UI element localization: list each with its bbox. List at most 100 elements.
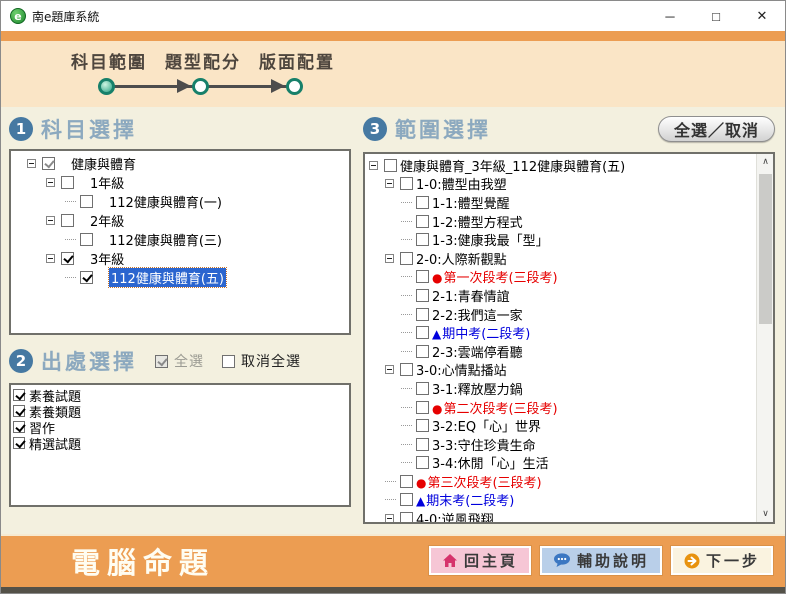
tree-item-label[interactable]: 1-2:體型方程式 bbox=[432, 212, 523, 231]
tree-row[interactable]: 健康與體育_3年級_112健康與體育(五) bbox=[367, 156, 756, 175]
tree-row[interactable]: ▲期末考(二段考) bbox=[367, 491, 756, 510]
tree-checkbox[interactable] bbox=[384, 159, 397, 172]
expander-icon[interactable] bbox=[385, 179, 394, 188]
maximize-button[interactable]: □ bbox=[693, 1, 739, 31]
tree-checkbox[interactable] bbox=[416, 196, 429, 209]
tree-row[interactable]: ●第二次段考(三段考) bbox=[367, 398, 756, 417]
expander-icon[interactable] bbox=[46, 254, 55, 263]
tree-checkbox[interactable] bbox=[400, 363, 413, 376]
tree-item-label[interactable]: 3-1:釋放壓力鍋 bbox=[432, 379, 523, 398]
wizard-step-circle[interactable] bbox=[286, 78, 303, 95]
tree-item-label[interactable]: 3-3:守住珍貴生命 bbox=[432, 435, 536, 454]
tree-item-label[interactable]: 3-0:心情點播站 bbox=[416, 360, 507, 379]
tree-item-label[interactable]: 2-3:雲端停看聽 bbox=[432, 342, 523, 361]
tree-row[interactable]: 1-3:健康我最「型」 bbox=[367, 230, 756, 249]
tree-row[interactable]: 健康與體育 bbox=[13, 154, 349, 173]
footer-button-help[interactable]: 輔助說明 bbox=[540, 546, 662, 575]
list-item[interactable]: 素養類題 bbox=[13, 403, 349, 419]
tree-item-label[interactable]: 112健康與體育(三) bbox=[109, 230, 222, 249]
tree-item-label[interactable]: ●第三次段考(三段考) bbox=[416, 472, 542, 491]
tree-row[interactable]: ●第三次段考(三段考) bbox=[367, 472, 756, 491]
tree-checkbox[interactable] bbox=[42, 157, 55, 170]
tree-checkbox[interactable] bbox=[416, 215, 429, 228]
tree-item-label[interactable]: 1-0:體型由我塑 bbox=[416, 174, 507, 193]
tree-checkbox[interactable] bbox=[61, 214, 74, 227]
tree-checkbox[interactable] bbox=[416, 382, 429, 395]
tree-row[interactable]: 2-0:人際新觀點 bbox=[367, 249, 756, 268]
wizard-step-circle[interactable] bbox=[192, 78, 209, 95]
expander-icon[interactable] bbox=[46, 178, 55, 187]
item-checkbox[interactable] bbox=[13, 421, 25, 433]
tree-item-label[interactable]: 1-3:健康我最「型」 bbox=[432, 230, 549, 249]
select-all-checkbox[interactable] bbox=[155, 355, 168, 368]
tree-checkbox[interactable] bbox=[80, 233, 93, 246]
close-button[interactable]: ✕ bbox=[739, 1, 785, 31]
scroll-down-icon[interactable]: ∨ bbox=[757, 506, 774, 522]
tree-row[interactable]: 2-2:我們這一家 bbox=[367, 305, 756, 324]
tree-row[interactable]: 2年級 bbox=[13, 211, 349, 230]
tree-checkbox[interactable] bbox=[416, 308, 429, 321]
tree-row[interactable]: 4-0:逆風飛翔 bbox=[367, 509, 756, 522]
tree-checkbox[interactable] bbox=[416, 345, 429, 358]
tree-row[interactable]: 1-1:體型覺醒 bbox=[367, 193, 756, 212]
list-item[interactable]: 精選試題 bbox=[13, 435, 349, 451]
wizard-step-circle[interactable] bbox=[98, 78, 115, 95]
tree-row[interactable]: 3-2:EQ「心」世界 bbox=[367, 416, 756, 435]
tree-row[interactable]: 3-1:釋放壓力鍋 bbox=[367, 379, 756, 398]
tree-item-label[interactable]: 1-1:體型覺醒 bbox=[432, 193, 510, 212]
tree-item-label[interactable]: 3-2:EQ「心」世界 bbox=[432, 416, 541, 435]
tree-item-label[interactable]: 健康與體育_3年級_112健康與體育(五) bbox=[400, 156, 625, 175]
tree-row[interactable]: 1年級 bbox=[13, 173, 349, 192]
tree-row[interactable]: 112健康與體育(五) bbox=[13, 268, 349, 287]
tree-item-label[interactable]: 3-4:休閒「心」生活 bbox=[432, 453, 549, 472]
tree-checkbox[interactable] bbox=[416, 401, 429, 414]
tree-checkbox[interactable] bbox=[400, 475, 413, 488]
footer-button-next[interactable]: 下一步 bbox=[671, 546, 773, 575]
item-checkbox[interactable] bbox=[13, 405, 25, 417]
tree-item-label[interactable]: 112健康與體育(五) bbox=[109, 268, 226, 287]
tree-item-label[interactable]: 4-0:逆風飛翔 bbox=[416, 509, 494, 522]
footer-button-home[interactable]: 回主頁 bbox=[429, 546, 531, 575]
tree-row[interactable]: 112健康與體育(三) bbox=[13, 230, 349, 249]
expander-icon[interactable] bbox=[385, 365, 394, 374]
tree-item-label[interactable]: 2-1:青春情誼 bbox=[432, 286, 510, 305]
tree-checkbox[interactable] bbox=[416, 233, 429, 246]
tree-checkbox[interactable] bbox=[80, 195, 93, 208]
tree-checkbox[interactable] bbox=[61, 176, 74, 189]
tree-checkbox[interactable] bbox=[400, 177, 413, 190]
tree-row[interactable]: 3-3:守住珍貴生命 bbox=[367, 435, 756, 454]
tree-item-label[interactable]: ▲期末考(二段考) bbox=[416, 490, 514, 509]
tree-item-label[interactable]: 2-0:人際新觀點 bbox=[416, 249, 507, 268]
tree-item-label[interactable]: 1年級 bbox=[90, 173, 124, 192]
tree-checkbox[interactable] bbox=[416, 419, 429, 432]
tree-row[interactable]: ●第一次段考(三段考) bbox=[367, 268, 756, 287]
tree-item-label[interactable]: ▲期中考(二段考) bbox=[432, 323, 530, 342]
tree-checkbox[interactable] bbox=[416, 438, 429, 451]
tree-item-label[interactable]: 2年級 bbox=[90, 211, 124, 230]
expander-icon[interactable] bbox=[369, 161, 378, 170]
tree-item-label[interactable]: 3年級 bbox=[90, 249, 124, 268]
wizard-step-label[interactable]: 版面配置 bbox=[227, 48, 367, 73]
scroll-up-icon[interactable]: ∧ bbox=[757, 154, 774, 170]
tree-checkbox[interactable] bbox=[416, 289, 429, 302]
tree-row[interactable]: 1-2:體型方程式 bbox=[367, 212, 756, 231]
tree-checkbox[interactable] bbox=[416, 456, 429, 469]
tree-checkbox[interactable] bbox=[400, 493, 413, 506]
tree-row[interactable]: 3年級 bbox=[13, 249, 349, 268]
tree-row[interactable]: 1-0:體型由我塑 bbox=[367, 175, 756, 194]
minimize-button[interactable]: ─ bbox=[647, 1, 693, 31]
tree-item-label[interactable]: 健康與體育 bbox=[71, 154, 136, 173]
item-checkbox[interactable] bbox=[13, 389, 25, 401]
tree-row[interactable]: 3-0:心情點播站 bbox=[367, 361, 756, 380]
tree-row[interactable]: 3-4:休閒「心」生活 bbox=[367, 454, 756, 473]
expander-icon[interactable] bbox=[385, 514, 394, 522]
expander-icon[interactable] bbox=[385, 254, 394, 263]
scrollbar[interactable]: ∧ ∨ bbox=[756, 154, 773, 522]
tree-checkbox[interactable] bbox=[61, 252, 74, 265]
scrollbar-thumb[interactable] bbox=[759, 174, 772, 324]
expander-icon[interactable] bbox=[27, 159, 36, 168]
tree-row[interactable]: 2-3:雲端停看聽 bbox=[367, 342, 756, 361]
tree-checkbox[interactable] bbox=[400, 252, 413, 265]
expander-icon[interactable] bbox=[46, 216, 55, 225]
tree-item-label[interactable]: ●第二次段考(三段考) bbox=[432, 398, 558, 417]
